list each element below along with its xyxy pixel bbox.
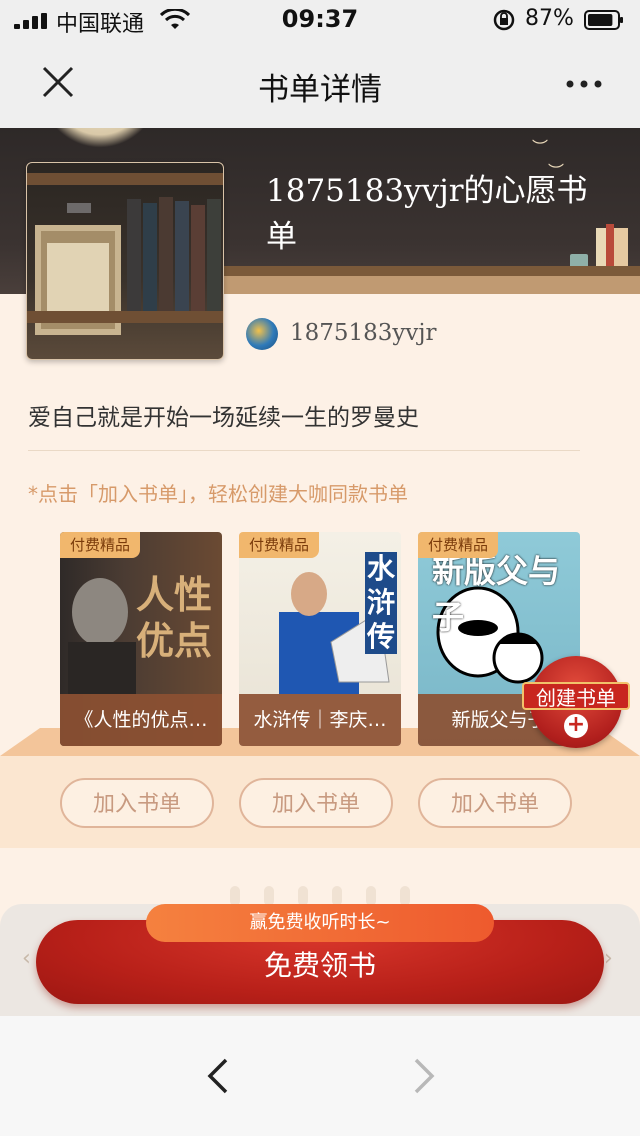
browser-toolbar bbox=[0, 1016, 640, 1136]
free-book-label: 免费领书 bbox=[263, 949, 376, 982]
moon-decoration bbox=[40, 128, 160, 148]
status-bar: 中国联通 09:37 87% bbox=[0, 0, 640, 40]
book-card[interactable]: 人性 优点 付费精品 《人性的优点… bbox=[60, 532, 222, 746]
create-booklist-label: 创建书单 bbox=[522, 682, 630, 710]
hint-text: *点击「加入书单」，轻松创建大咖同款书单 bbox=[28, 482, 408, 506]
chevron-left-icon: ‹ bbox=[22, 946, 31, 971]
battery-percent: 87% bbox=[525, 6, 574, 31]
page-title: 书单详情 bbox=[258, 72, 382, 108]
add-to-booklist-button[interactable]: 加入书单 bbox=[239, 778, 393, 828]
booklist-description: 爱自己就是开始一场延续一生的罗曼史 bbox=[28, 405, 419, 431]
bird-decoration: ︶ bbox=[532, 138, 549, 157]
bookshelf-illustration bbox=[35, 197, 221, 335]
book-caption[interactable]: 《人性的优点… bbox=[60, 694, 222, 746]
battery-icon bbox=[584, 10, 623, 30]
book-caption[interactable]: 水浒传｜李庆… bbox=[239, 694, 401, 746]
avatar[interactable] bbox=[246, 318, 278, 350]
table-decoration bbox=[210, 276, 640, 294]
booklist-cover bbox=[26, 162, 224, 360]
paid-badge: 付费精品 bbox=[418, 532, 499, 558]
add-to-booklist-button[interactable]: 加入书单 bbox=[60, 778, 214, 828]
book-cover-title: 新版父与子 bbox=[432, 552, 561, 636]
add-to-booklist-button[interactable]: 加入书单 bbox=[418, 778, 572, 828]
shelf-decoration bbox=[27, 311, 223, 323]
cta-tip: 赢免费收听时长~ bbox=[146, 904, 494, 942]
back-icon[interactable] bbox=[200, 1056, 240, 1096]
book-cover-title: 水浒传 bbox=[365, 552, 397, 654]
plus-icon: + bbox=[564, 714, 588, 738]
chevron-right-icon: › bbox=[604, 946, 613, 971]
book-cover-title: 人性 优点 bbox=[136, 572, 213, 663]
decor-book bbox=[596, 228, 606, 266]
paid-badge: 付费精品 bbox=[239, 532, 320, 558]
table-decoration bbox=[220, 266, 640, 276]
decor-book bbox=[606, 224, 614, 266]
paid-badge: 付费精品 bbox=[60, 532, 141, 558]
forward-icon[interactable] bbox=[402, 1056, 442, 1096]
more-icon[interactable] bbox=[564, 74, 604, 94]
author-name[interactable]: 1875183yvjr bbox=[290, 320, 437, 346]
divider bbox=[28, 450, 580, 451]
booklist-title: 1875183yvjr的心愿书单 bbox=[266, 173, 588, 255]
nav-bar: 书单详情 bbox=[0, 40, 640, 128]
rotation-lock-icon bbox=[493, 9, 515, 31]
create-booklist-button[interactable]: 创建书单 + bbox=[522, 656, 630, 748]
decor-book bbox=[614, 228, 628, 266]
book-card[interactable]: 水浒传 付费精品 水浒传｜李庆… bbox=[239, 532, 401, 746]
